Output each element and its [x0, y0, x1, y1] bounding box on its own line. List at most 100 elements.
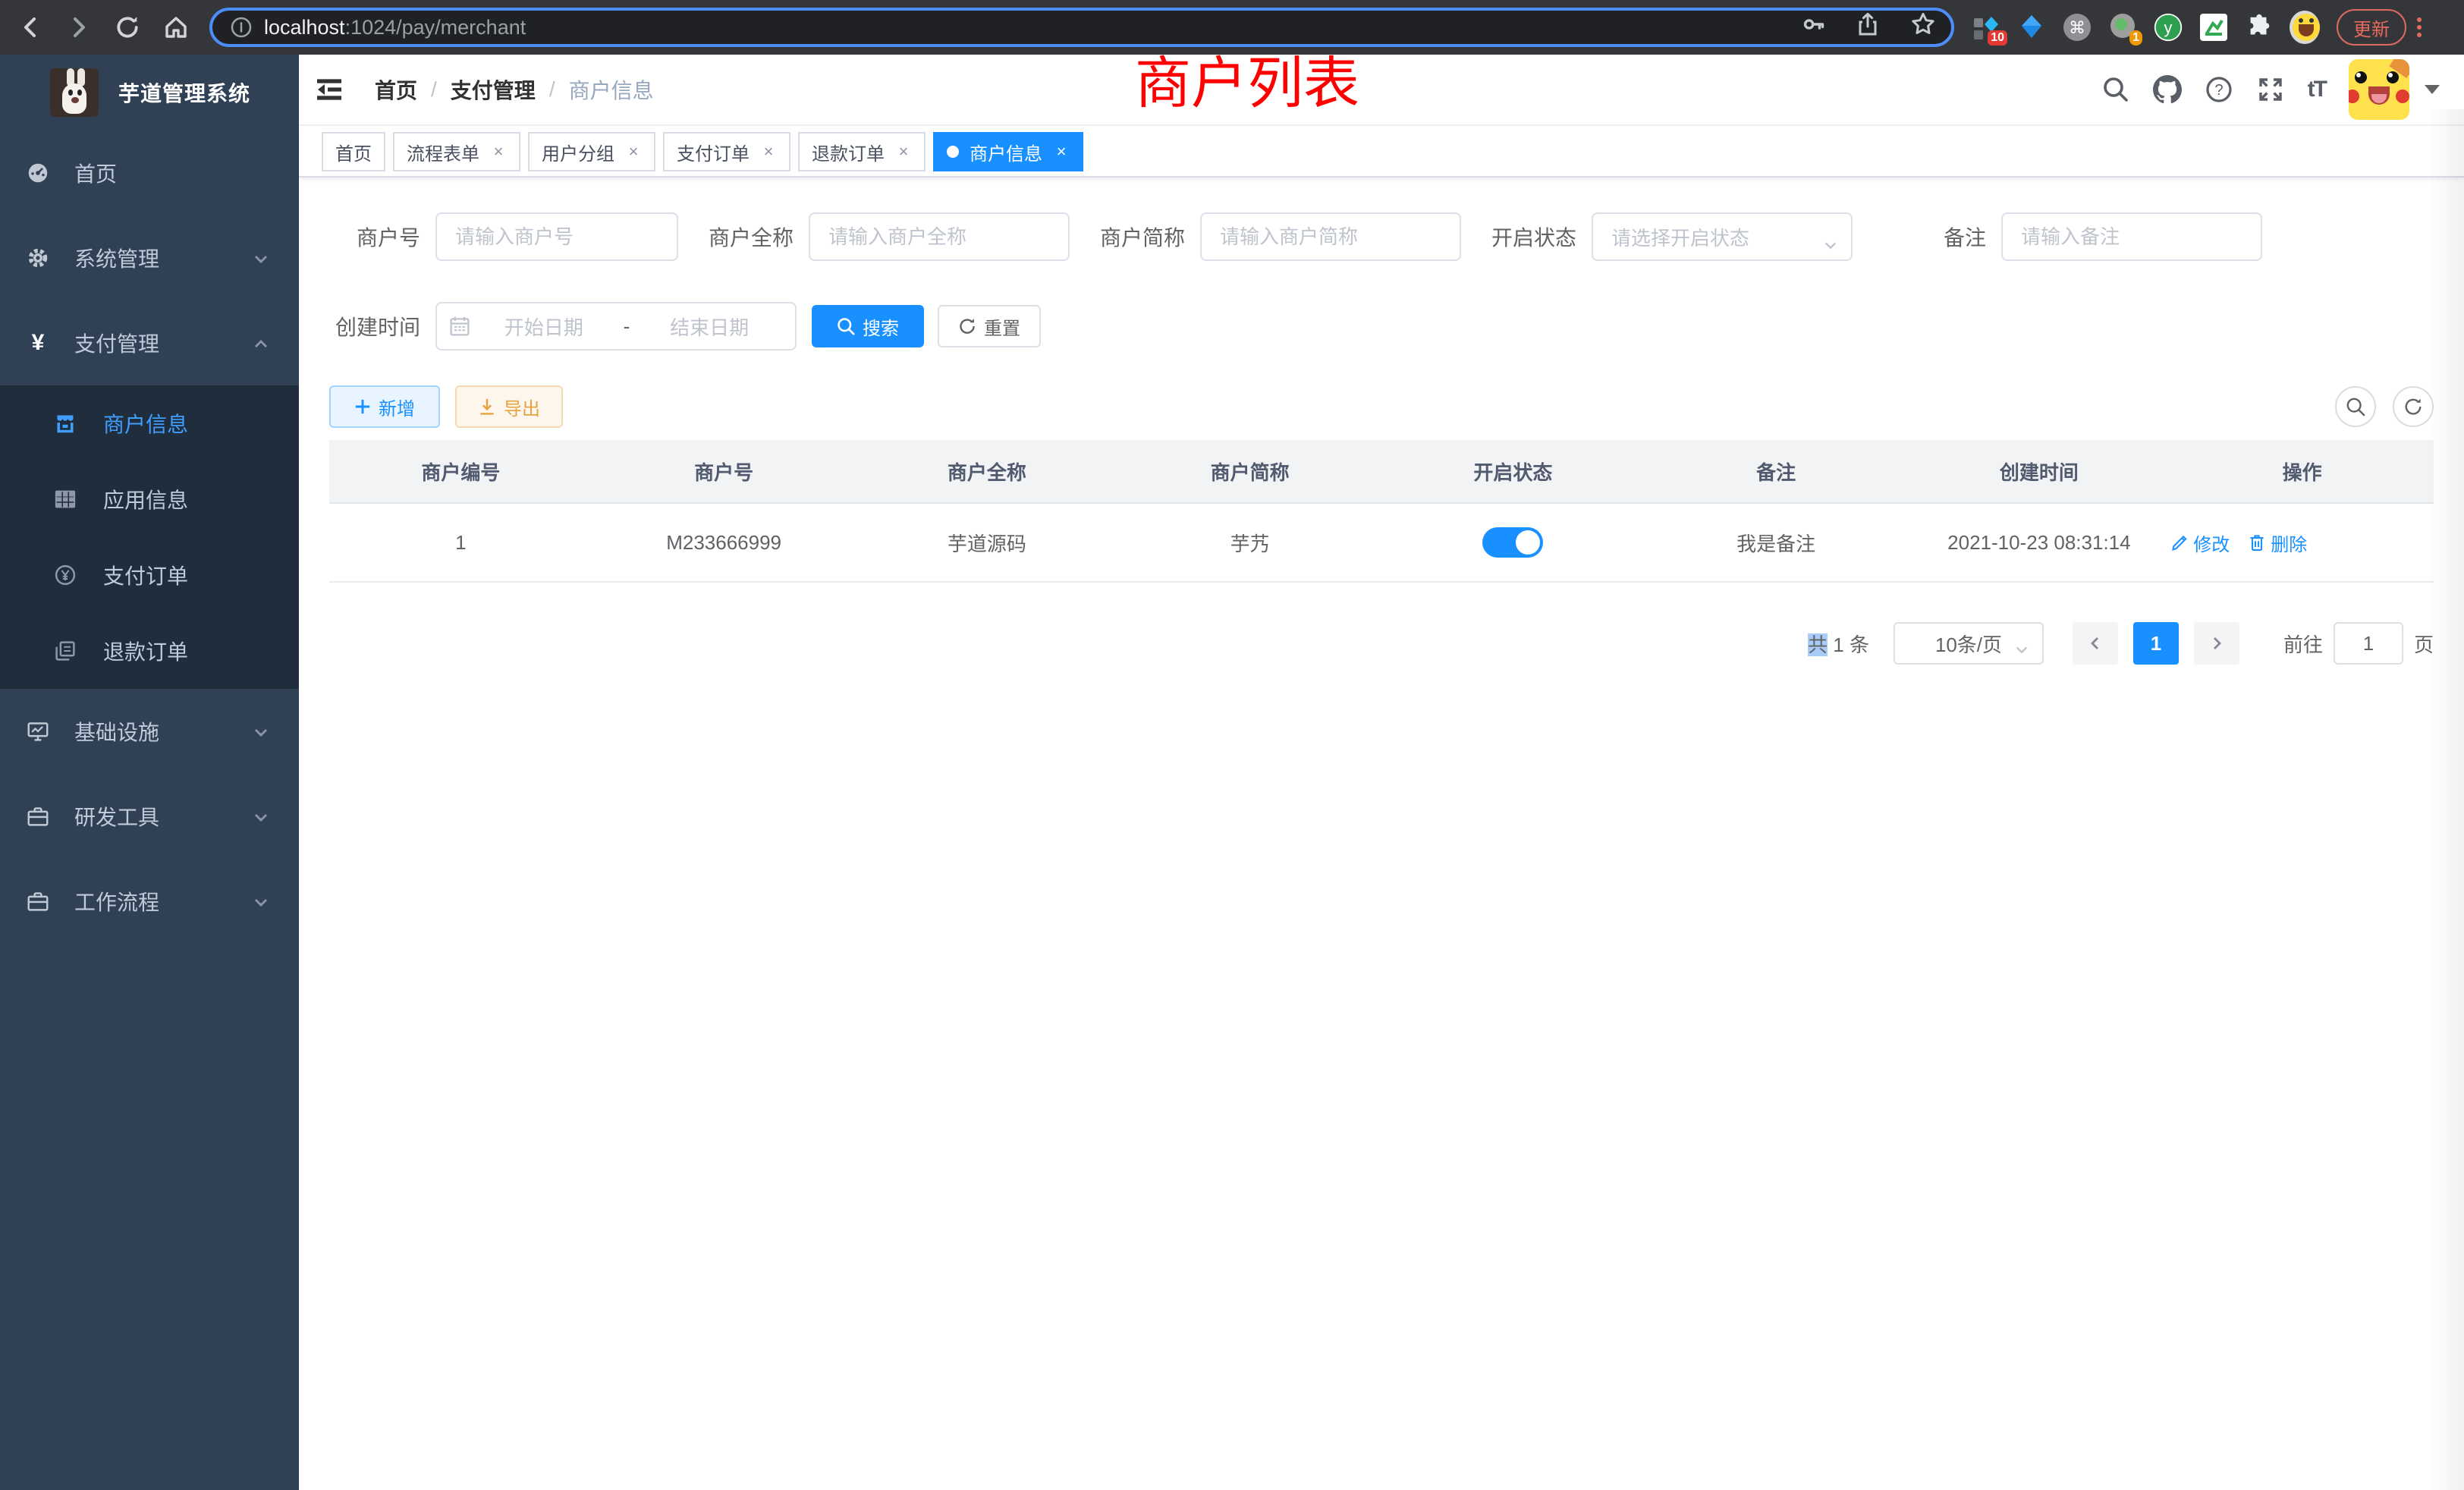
th-merchant-id: 商户编号	[329, 457, 592, 486]
merchant-no-input[interactable]	[435, 212, 678, 261]
sidebar-item-pay[interactable]: ¥ 支付管理	[0, 300, 299, 385]
password-key-icon[interactable]	[1801, 11, 1827, 43]
bookmark-star-icon[interactable]	[1910, 11, 1936, 43]
chevron-down-icon	[1824, 231, 1836, 243]
extension-recorder-icon[interactable]: 1	[2107, 12, 2138, 42]
user-avatar[interactable]	[2349, 59, 2409, 120]
share-icon[interactable]	[1856, 12, 1880, 42]
tab-pay-order[interactable]: 支付订单×	[663, 132, 790, 171]
browser-back-icon[interactable]	[15, 12, 46, 42]
tab-user-group[interactable]: 用户分组×	[528, 132, 655, 171]
cell-remark: 我是备注	[1645, 529, 1908, 557]
caret-down-icon[interactable]	[2425, 85, 2440, 94]
browser-menu-icon[interactable]	[2417, 17, 2422, 37]
cell-actions: 修改 删除	[2170, 530, 2434, 556]
create-time-range-picker[interactable]: 开始日期 - 结束日期	[435, 302, 797, 350]
hamburger-icon[interactable]	[314, 74, 344, 105]
tab-merchant-info[interactable]: 商户信息×	[933, 132, 1083, 171]
refresh-circle-button[interactable]	[2393, 386, 2434, 427]
extension-kite-icon[interactable]	[2016, 12, 2047, 42]
browser-profile-emoji-icon[interactable]	[2290, 12, 2320, 42]
page-1-button[interactable]: 1	[2133, 622, 2179, 665]
sidebar-item-infra[interactable]: 基础设施	[0, 689, 299, 774]
font-size-icon[interactable]: tT	[2308, 77, 2326, 102]
cell-create-time: 2021-10-23 08:31:14	[1908, 531, 2171, 555]
extensions-puzzle-icon[interactable]	[2244, 12, 2274, 42]
browser-toolbar: localhost:1024/pay/merchant 10 ⌘ 1	[0, 0, 2464, 55]
tab-refund-order[interactable]: 退款订单×	[798, 132, 926, 171]
status-select[interactable]: 请选择开启状态	[1592, 212, 1853, 261]
close-icon[interactable]: ×	[760, 142, 777, 162]
help-icon[interactable]: ?	[2205, 75, 2233, 104]
browser-extensions: 10 ⌘ 1 y	[1971, 12, 2320, 42]
sidebar-logo[interactable]: 芋道管理系统	[0, 55, 299, 130]
sidebar-item-system[interactable]: 系统管理	[0, 215, 299, 300]
reset-button[interactable]: 重置	[938, 305, 1041, 347]
prev-page-button[interactable]	[2073, 622, 2118, 665]
github-icon[interactable]	[2153, 75, 2182, 104]
browser-home-icon[interactable]	[161, 12, 191, 42]
table-header-row: 商户编号 商户号 商户全称 商户简称 开启状态 备注 创建时间 操作	[329, 440, 2434, 504]
filter-label-merchant-name: 商户全称	[709, 222, 794, 252]
close-icon[interactable]: ×	[490, 142, 507, 162]
merchant-name-input[interactable]	[809, 212, 1070, 261]
tab-home[interactable]: 首页	[322, 132, 385, 171]
chevron-down-icon	[2015, 639, 2029, 662]
address-bar[interactable]: localhost:1024/pay/merchant	[209, 8, 1954, 47]
chevron-down-icon	[253, 816, 267, 830]
sidebar-item-workflow[interactable]: 工作流程	[0, 859, 299, 944]
extension-badge-count: 10	[1988, 30, 2007, 46]
gear-icon	[27, 247, 49, 269]
sidebar-menu: 首页 系统管理 ¥ 支付管理	[0, 130, 299, 1490]
close-icon[interactable]: ×	[895, 142, 912, 162]
browser-forward-icon[interactable]	[64, 12, 94, 42]
next-page-button[interactable]	[2194, 622, 2239, 665]
chevron-down-icon	[253, 901, 267, 915]
fullscreen-icon[interactable]	[2256, 75, 2285, 104]
merchant-short-input[interactable]	[1200, 212, 1461, 261]
browser-reload-icon[interactable]	[112, 12, 143, 42]
extension-doc-icon[interactable]	[2198, 12, 2229, 42]
search-button[interactable]: 搜索	[812, 305, 924, 347]
page-size-select[interactable]: 10条/页	[1894, 622, 2044, 665]
sidebar-item-merchant-info[interactable]: 商户信息	[0, 385, 299, 461]
th-actions: 操作	[2170, 457, 2434, 486]
sidebar-item-home[interactable]: 首页	[0, 130, 299, 215]
site-info-icon[interactable]	[231, 17, 252, 38]
cell-merchant-id: 1	[329, 531, 592, 555]
th-merchant-no: 商户号	[592, 457, 856, 486]
tab-process-form[interactable]: 流程表单×	[393, 132, 520, 171]
extension-devtools-icon[interactable]: 10	[1971, 12, 2001, 42]
close-icon[interactable]: ×	[625, 142, 642, 162]
chevron-down-icon	[253, 731, 267, 745]
sidebar-item-app-info[interactable]: 应用信息	[0, 461, 299, 537]
delete-link[interactable]: 删除	[2248, 530, 2307, 556]
sidebar-item-refund-order[interactable]: 退款订单	[0, 613, 299, 689]
close-icon[interactable]: ×	[1053, 142, 1070, 162]
export-button[interactable]: 导出	[455, 385, 563, 428]
add-button[interactable]: 新增	[329, 385, 440, 428]
breadcrumb-home[interactable]: 首页	[375, 74, 417, 105]
sidebar-item-pay-order[interactable]: 支付订单	[0, 537, 299, 613]
remark-input[interactable]	[2001, 212, 2262, 261]
url-host: localhost	[264, 16, 345, 39]
goto-page-input[interactable]: 1	[2334, 622, 2403, 665]
extension-y-icon[interactable]: y	[2153, 12, 2183, 42]
svg-text:y: y	[2164, 18, 2173, 37]
show-search-circle-button[interactable]	[2335, 386, 2376, 427]
filter-label-status: 开启状态	[1491, 222, 1576, 252]
filter-label-remark: 备注	[1883, 222, 1986, 252]
pagination-total: 共 1 条	[1808, 630, 1869, 658]
navbar-actions: ? tT	[2079, 59, 2464, 120]
breadcrumb-pay[interactable]: 支付管理	[451, 74, 536, 105]
search-icon[interactable]	[2101, 75, 2130, 104]
page: localhost:1024/pay/merchant 10 ⌘ 1	[0, 0, 2464, 1490]
edit-link[interactable]: 修改	[2170, 530, 2230, 556]
content: 商户号 商户全称 商户简称 开启状态 请选择开启状态	[299, 178, 2464, 665]
url-path: :1024/pay/merchant	[345, 16, 526, 39]
extension-command-icon[interactable]: ⌘	[2062, 12, 2092, 42]
sidebar-item-devtools[interactable]: 研发工具	[0, 774, 299, 859]
browser-update-button[interactable]: 更新	[2337, 9, 2406, 46]
end-date-placeholder: 结束日期	[636, 313, 783, 341]
status-toggle[interactable]	[1482, 527, 1543, 558]
